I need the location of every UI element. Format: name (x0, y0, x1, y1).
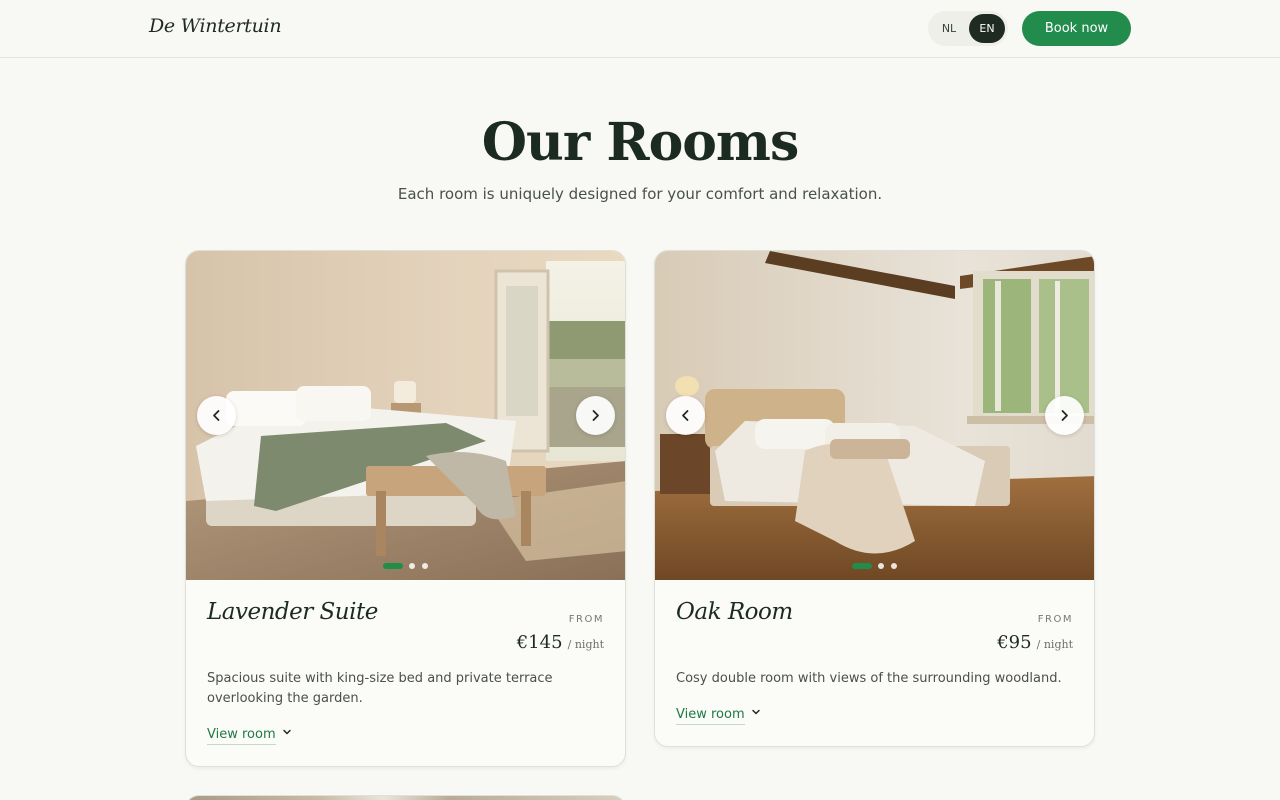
price-from-label: FROM (568, 614, 604, 625)
room-description: Spacious suite with king-size bed and pr… (207, 671, 553, 706)
language-toggle: NL EN (928, 11, 1008, 46)
room-photo (186, 251, 625, 580)
slide-dot[interactable] (891, 563, 897, 569)
price: €145 / night (517, 632, 604, 653)
chevron-down-icon (282, 729, 291, 735)
slide-dot[interactable] (852, 563, 872, 569)
prev-slide-button[interactable] (197, 396, 236, 435)
view-room-link[interactable]: View room (207, 727, 292, 747)
lang-en-button[interactable]: EN (969, 14, 1005, 43)
site-header: De Wintertuin NL EN Book now (0, 0, 1280, 58)
prev-slide-button[interactable] (666, 396, 705, 435)
price-amount: €145 (516, 632, 563, 653)
slide-dot[interactable] (422, 563, 428, 569)
slide-dot[interactable] (409, 563, 415, 569)
slide-dot[interactable] (383, 563, 403, 569)
price-from-label: FROM (1037, 614, 1073, 625)
chevron-left-icon (213, 410, 220, 421)
book-now-button[interactable]: Book now (1022, 11, 1131, 46)
view-room-label: View room (207, 727, 276, 745)
room-photo (655, 251, 1094, 580)
next-slide-button[interactable] (576, 396, 615, 435)
price: €95 / night (997, 632, 1073, 653)
room-card-partial (185, 795, 626, 800)
view-room-label: View room (676, 707, 745, 725)
room-name: Oak Room (676, 599, 793, 625)
next-slide-button[interactable] (1045, 396, 1084, 435)
page-subtitle: Each room is uniquely designed for your … (397, 185, 883, 203)
chevron-down-icon (751, 709, 760, 715)
slide-dot[interactable] (878, 563, 884, 569)
chevron-right-icon (1061, 410, 1068, 421)
price-unit: / night (567, 638, 604, 651)
room-card: Oak Room FROM €95 / night Cosy double ro… (654, 250, 1095, 747)
price-amount: €95 (997, 632, 1032, 653)
chevron-right-icon (592, 410, 599, 421)
room-description: Cosy double room with views of the surro… (676, 671, 1062, 686)
lang-nl-button[interactable]: NL (931, 14, 967, 43)
view-room-link[interactable]: View room (676, 707, 761, 727)
site-logo[interactable]: De Wintertuin (149, 15, 282, 37)
page-title: Our Rooms (481, 112, 799, 173)
room-card: Lavender Suite FROM €145 / night Spaciou… (185, 250, 626, 767)
chevron-left-icon (682, 410, 689, 421)
price-unit: / night (1036, 638, 1073, 651)
room-name: Lavender Suite (207, 599, 378, 625)
